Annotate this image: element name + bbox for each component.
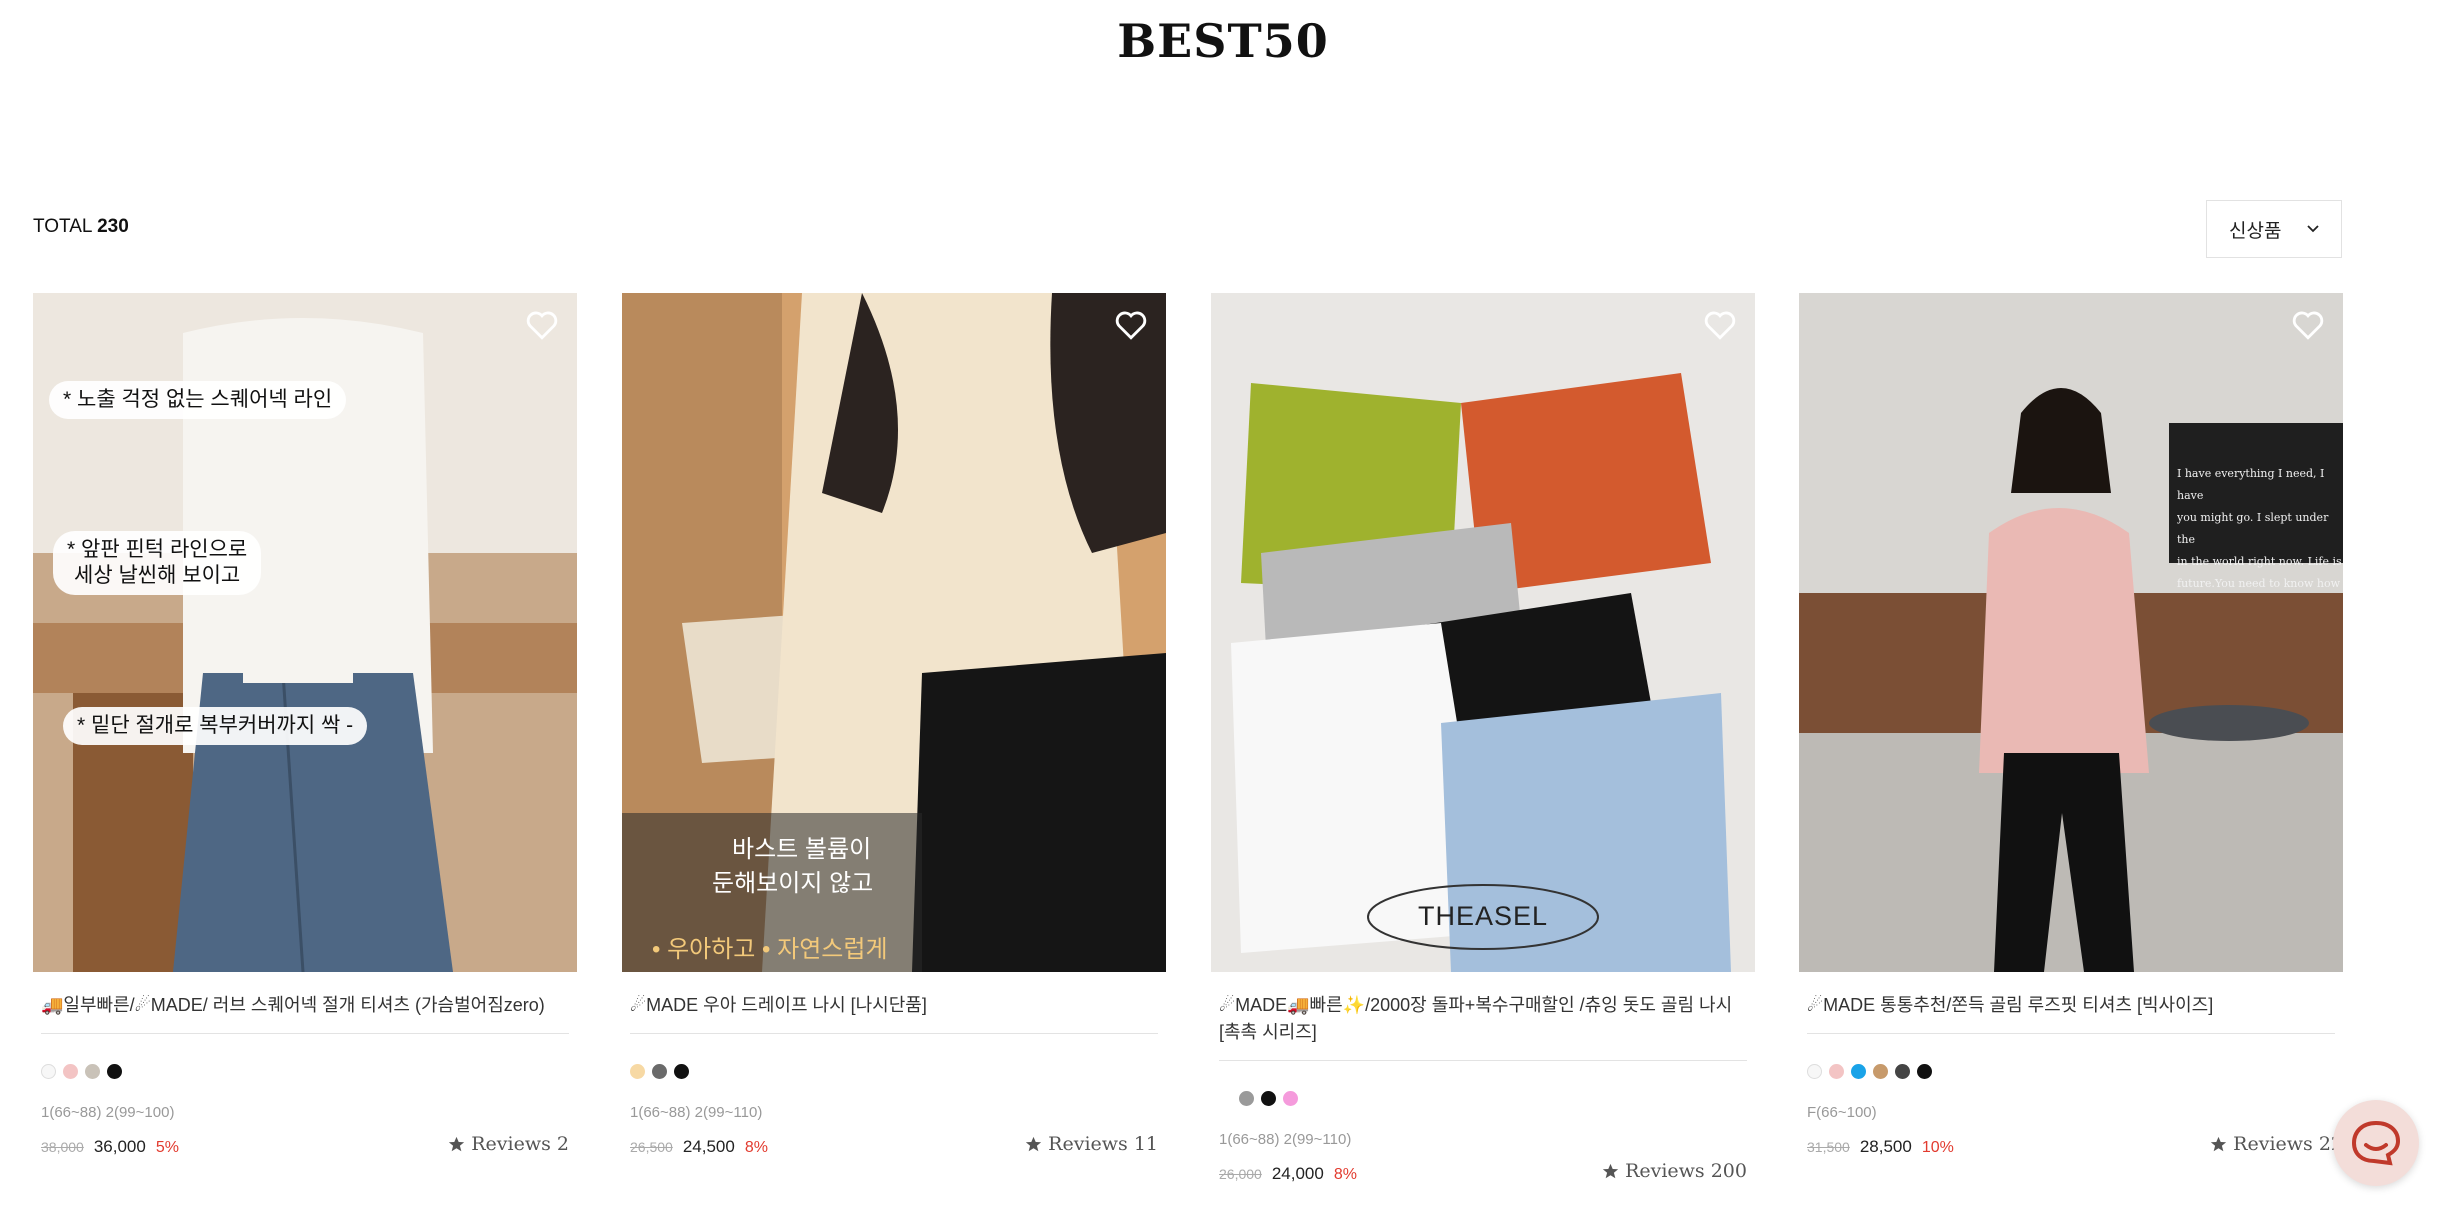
total-number: 230 [97,216,129,237]
price-row: 38,000 36,000 5% Reviews 2 [33,1133,577,1161]
size-info: F(66~100) [1807,1104,1877,1121]
color-swatches [1211,1091,1755,1107]
price-row: 31,500 28,500 10% Reviews 22 [1799,1133,2343,1161]
overlay-text: 바스트 볼륨이 [732,836,872,863]
reviews-link[interactable]: Reviews 200 [1602,1160,1747,1182]
image-caption: * 앞판 핀턱 라인으로 세상 날씬해 보이고 [53,531,262,595]
color-swatch [1851,1064,1866,1079]
reviews-link[interactable]: Reviews 2 [448,1133,569,1155]
product-name[interactable]: ☄MADE 통통추천/쫀득 골림 루즈핏 티셔츠 [빅사이즈] [1799,992,2343,1019]
size-info: 1(66~88) 2(99~110) [630,1104,763,1121]
reviews-count: Reviews 200 [1625,1160,1747,1182]
heart-icon[interactable] [2291,309,2325,341]
heart-icon[interactable] [1703,309,1737,341]
original-price: 31,500 [1807,1139,1850,1155]
reviews-count: Reviews 11 [1048,1133,1158,1155]
image-caption: * 밑단 절개로 복부커버까지 싹 - [63,707,368,745]
overlay-text: • 우아하고 • 자연스럽게 [652,936,888,963]
product-image[interactable]: 바스트 볼륨이 둔해보이지 않고 • 우아하고 • 자연스럽게 [622,293,1166,972]
product-card[interactable]: * 노출 걱정 없는 스퀘어넥 라인 * 앞판 핀턱 라인으로 세상 날씬해 보… [33,293,577,1161]
product-card[interactable]: I have everything I need, I have you mig… [1799,293,2343,1161]
product-photo [1799,293,2343,972]
color-swatch [107,1064,122,1079]
color-swatch [85,1064,100,1079]
color-swatch [1917,1064,1932,1079]
chat-button[interactable] [2333,1100,2419,1186]
color-swatch [1807,1064,1822,1079]
product-photo [1211,293,1755,972]
sale-price: 28,500 [1859,1137,1912,1156]
price-row: 26,500 24,500 8% Reviews 11 [622,1133,1166,1161]
color-swatch [41,1064,56,1079]
color-swatches [1799,1064,2343,1080]
heart-icon[interactable] [525,309,559,341]
star-icon [449,1136,465,1151]
discount-rate: 10% [1921,1139,1954,1156]
discount-rate: 8% [744,1139,768,1156]
total-label: TOTAL [33,216,92,237]
star-icon [1602,1163,1619,1178]
star-icon [2211,1136,2227,1151]
color-swatch [1261,1091,1276,1106]
reviews-link[interactable]: Reviews 11 [1025,1133,1158,1155]
color-swatches [33,1064,577,1080]
star-icon [1026,1136,1042,1151]
color-swatch [1239,1091,1254,1106]
image-caption: * 노출 걱정 없는 스퀘어넥 라인 [49,381,347,419]
color-swatch [1873,1064,1888,1079]
product-card[interactable]: THEASEL ☄MADE🚚빠른✨/2000장 돌파+복수구매할인 /츄잉 돗도… [1211,293,1755,1188]
original-price: 26,500 [630,1139,673,1155]
color-swatch [1895,1064,1910,1079]
total-count: TOTAL 230 [33,216,129,238]
original-price: 38,000 [41,1139,84,1155]
color-swatch [1283,1091,1298,1106]
color-swatch [63,1064,78,1079]
color-swatch [674,1064,689,1079]
reviews-count: Reviews 22 [2233,1133,2343,1155]
size-info: 1(66~88) 2(99~110) [1219,1131,1352,1148]
sale-price: 24,500 [682,1137,735,1156]
product-image[interactable]: THEASEL [1211,293,1755,972]
chevron-down-icon [2307,225,2319,233]
overlay-text: 둔해보이지 않고 [712,870,874,897]
page-title: BEST50 [1117,14,1329,68]
reviews-count: Reviews 2 [471,1133,569,1155]
color-swatch [630,1064,645,1079]
discount-rate: 8% [1333,1166,1357,1183]
discount-rate: 5% [155,1139,179,1156]
divider [630,1033,1158,1034]
color-swatch [652,1064,667,1079]
divider [1807,1033,2335,1034]
chat-icon [2351,1120,2401,1166]
product-image[interactable]: * 노출 걱정 없는 스퀘어넥 라인 * 앞판 핀턱 라인으로 세상 날씬해 보… [33,293,577,972]
wall-sign-text: I have everything I need, I have you mig… [2177,467,2342,590]
color-swatch [1829,1064,1844,1079]
color-swatches [622,1064,1166,1080]
sort-selected-label: 신상품 [2229,220,2282,242]
product-card[interactable]: 바스트 볼륨이 둔해보이지 않고 • 우아하고 • 자연스럽게 ☄MADE 우아… [622,293,1166,1161]
price-row: 26,000 24,000 8% Reviews 200 [1211,1160,1755,1188]
divider [41,1033,569,1034]
product-photo [622,293,1166,972]
original-price: 26,000 [1219,1166,1262,1182]
product-name[interactable]: ☄MADE 우아 드레이프 나시 [나시단품] [622,992,1166,1019]
size-info: 1(66~88) 2(99~100) [41,1104,175,1121]
sale-price: 24,000 [1271,1164,1324,1183]
sale-price: 36,000 [93,1137,146,1156]
product-name[interactable]: 🚚일부빠른/☄MADE/ 러브 스퀘어넥 절개 티셔츠 (가슴벌어짐zero) [33,992,577,1019]
product-image[interactable]: I have everything I need, I have you mig… [1799,293,2343,972]
divider [1219,1060,1747,1061]
reviews-link[interactable]: Reviews 22 [2210,1133,2343,1155]
heart-icon[interactable] [1114,309,1148,341]
brand-logo-text: THEASEL [1417,901,1549,931]
product-name[interactable]: ☄MADE🚚빠른✨/2000장 돌파+복수구매할인 /츄잉 돗도 골림 나시 [… [1211,992,1755,1046]
sort-select[interactable]: 신상품 [2206,200,2342,258]
